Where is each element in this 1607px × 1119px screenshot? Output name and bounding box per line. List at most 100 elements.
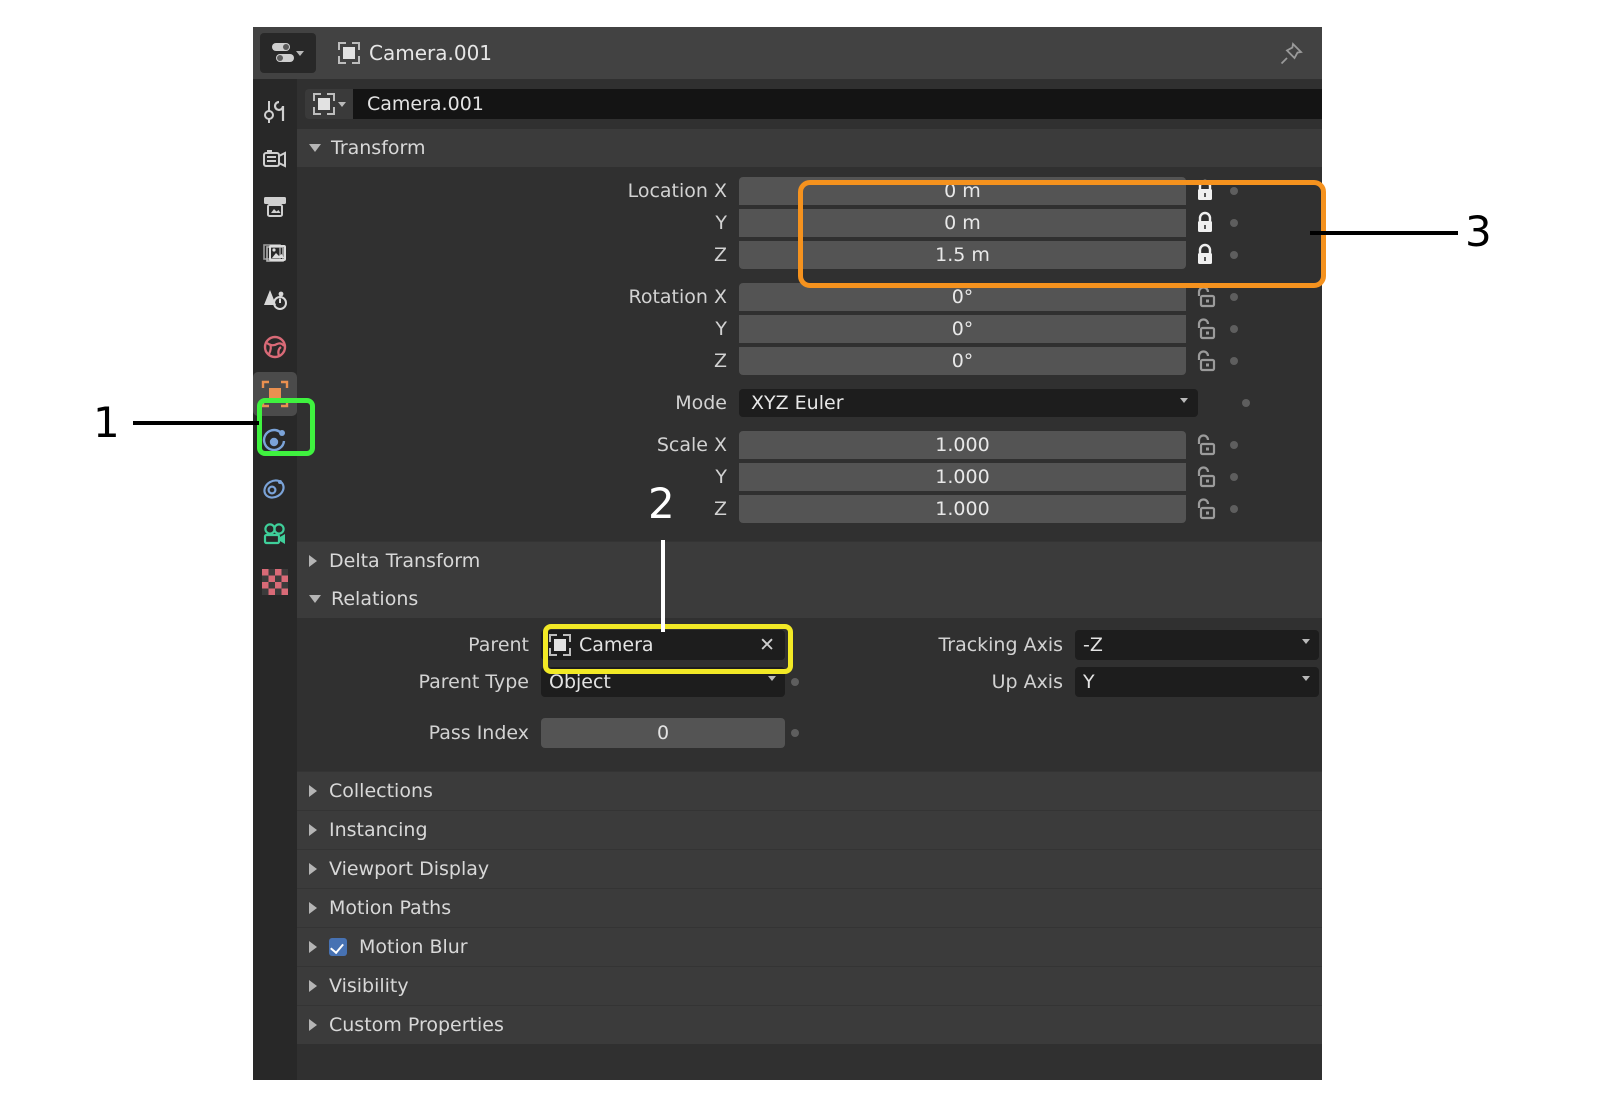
motion-blur-checkbox[interactable] bbox=[329, 938, 347, 956]
lock-closed-icon[interactable] bbox=[1186, 243, 1224, 267]
field-row-rotation-y: Y 0° bbox=[297, 313, 1322, 344]
panel-header-motion-blur[interactable]: Motion Blur bbox=[297, 927, 1322, 966]
decorator-dot[interactable] bbox=[1230, 218, 1238, 227]
rotation-mode-value: XYZ Euler bbox=[751, 391, 844, 414]
scale-z-input[interactable]: 1.000 bbox=[739, 494, 1186, 523]
location-x-input[interactable]: 0 m bbox=[739, 176, 1186, 205]
parent-field[interactable]: Camera ✕ bbox=[541, 630, 785, 660]
panel-title-delta-transform: Delta Transform bbox=[329, 550, 481, 572]
panel-header-delta-transform[interactable]: Delta Transform bbox=[297, 541, 1322, 580]
field-row-scale-x: Scale X 1.000 bbox=[297, 429, 1322, 460]
chevron-down-icon bbox=[296, 50, 304, 56]
rotation-y-input[interactable]: 0° bbox=[739, 314, 1186, 343]
rotation-x-input[interactable]: 0° bbox=[739, 282, 1186, 311]
decorator-dot[interactable] bbox=[1230, 324, 1238, 333]
panel-header-collections[interactable]: Collections bbox=[297, 771, 1322, 810]
chevron-down-icon bbox=[1180, 397, 1188, 403]
chevron-right-icon bbox=[309, 555, 317, 567]
sidebar-item-view-layer[interactable] bbox=[253, 231, 297, 275]
pin-icon[interactable] bbox=[1278, 41, 1304, 67]
parent-type-dropdown[interactable]: Object bbox=[541, 667, 785, 697]
field-row-scale-y: Y 1.000 bbox=[297, 461, 1322, 492]
rotation-z-input[interactable]: 0° bbox=[739, 346, 1186, 375]
location-y-input[interactable]: 0 m bbox=[739, 208, 1186, 237]
sidebar-item-scene[interactable] bbox=[253, 278, 297, 322]
sidebar-item-world[interactable] bbox=[253, 325, 297, 369]
panel-header-custom-properties[interactable]: Custom Properties bbox=[297, 1005, 1322, 1044]
decorator-dot[interactable] bbox=[1242, 398, 1250, 407]
transform-body: Location X 0 m Y 0 m Z 1.5 m Rotation X … bbox=[297, 167, 1322, 535]
relations-body: Parent Camera ✕ Parent Type Object Pass … bbox=[297, 618, 1322, 753]
decorator-dot[interactable] bbox=[791, 678, 799, 686]
object-icon bbox=[312, 93, 335, 115]
sidebar-item-object[interactable] bbox=[253, 372, 297, 416]
up-axis-dropdown[interactable]: Y bbox=[1075, 667, 1319, 697]
object-datablock-selector[interactable] bbox=[305, 89, 353, 119]
chevron-down-icon bbox=[1302, 676, 1310, 681]
sidebar-item-physics[interactable] bbox=[253, 419, 297, 463]
x-icon[interactable]: ✕ bbox=[759, 634, 775, 656]
lock-closed-icon[interactable] bbox=[1186, 211, 1224, 235]
editor-type-dropdown[interactable] bbox=[260, 33, 316, 73]
lock-open-icon[interactable] bbox=[1186, 465, 1224, 489]
lock-open-icon[interactable] bbox=[1186, 349, 1224, 373]
field-row-rotation-mode: Mode XYZ Euler bbox=[297, 387, 1322, 418]
sidebar-item-object-constraints[interactable] bbox=[253, 466, 297, 510]
field-label: Y bbox=[715, 317, 727, 340]
chevron-down-icon bbox=[1302, 639, 1310, 644]
object-name-input[interactable]: Camera.001 bbox=[353, 89, 1322, 119]
decorator-dot[interactable] bbox=[1230, 250, 1238, 259]
sidebar-item-output[interactable] bbox=[253, 184, 297, 228]
decorator-dot[interactable] bbox=[1230, 472, 1238, 481]
decorator-dot[interactable] bbox=[1230, 440, 1238, 449]
decorator-dot[interactable] bbox=[1230, 292, 1238, 301]
printer-output-icon bbox=[264, 197, 286, 217]
scale-x-input[interactable]: 1.000 bbox=[739, 430, 1186, 459]
tracking-axis-dropdown[interactable]: -Z bbox=[1075, 630, 1319, 660]
up-axis-value: Y bbox=[1083, 671, 1095, 693]
tool-icon bbox=[264, 100, 285, 123]
field-label: Pass Index bbox=[428, 722, 529, 744]
parent-type-value: Object bbox=[549, 671, 611, 693]
pass-index-input[interactable]: 0 bbox=[541, 718, 785, 748]
lock-open-icon[interactable] bbox=[1186, 433, 1224, 457]
panel-header-viewport-display[interactable]: Viewport Display bbox=[297, 849, 1322, 888]
images-stack-icon bbox=[263, 244, 286, 262]
annotation-number-3: 3 bbox=[1465, 207, 1492, 256]
decorator-dot[interactable] bbox=[791, 729, 799, 737]
field-label: Location X bbox=[627, 179, 727, 202]
panel-title-motion-paths: Motion Paths bbox=[329, 897, 452, 919]
location-z-input[interactable]: 1.5 m bbox=[739, 240, 1186, 269]
annotation-number-1: 1 bbox=[93, 398, 120, 447]
sidebar-item-object-data[interactable] bbox=[253, 513, 297, 557]
chevron-down-icon bbox=[337, 101, 346, 107]
field-row-location-z: Z 1.5 m bbox=[297, 239, 1322, 270]
decorator-dot[interactable] bbox=[1230, 504, 1238, 513]
parent-value: Camera bbox=[579, 634, 654, 656]
chevron-right-icon bbox=[309, 785, 317, 797]
lock-open-icon[interactable] bbox=[1186, 317, 1224, 341]
sidebar-item-render[interactable] bbox=[253, 137, 297, 181]
field-label: Mode bbox=[675, 391, 727, 414]
field-label: Parent Type bbox=[418, 671, 529, 693]
panel-header-visibility[interactable]: Visibility bbox=[297, 966, 1322, 1005]
scale-y-input[interactable]: 1.000 bbox=[739, 462, 1186, 491]
lock-open-icon[interactable] bbox=[1186, 497, 1224, 521]
sidebar-item-texture[interactable] bbox=[253, 560, 297, 604]
panel-header-transform[interactable]: Transform bbox=[297, 129, 1322, 167]
object-square-icon bbox=[261, 380, 289, 408]
decorator-dot[interactable] bbox=[1230, 186, 1238, 195]
decorator-dot[interactable] bbox=[1230, 356, 1238, 365]
breadcrumb: Camera.001 bbox=[338, 41, 492, 65]
properties-tab-column bbox=[253, 79, 297, 1080]
sidebar-item-tool[interactable] bbox=[253, 90, 297, 134]
lock-closed-icon[interactable] bbox=[1186, 179, 1224, 203]
scene-cone-icon bbox=[264, 290, 287, 310]
lock-open-icon[interactable] bbox=[1186, 285, 1224, 309]
panel-header-instancing[interactable]: Instancing bbox=[297, 810, 1322, 849]
panel-header-relations[interactable]: Relations bbox=[297, 580, 1322, 618]
panel-title-visibility: Visibility bbox=[329, 975, 409, 997]
rotation-mode-dropdown[interactable]: XYZ Euler bbox=[739, 388, 1198, 417]
panel-header-motion-paths[interactable]: Motion Paths bbox=[297, 888, 1322, 927]
properties-content: Camera.001 Transform Location X 0 m Y 0 … bbox=[297, 79, 1322, 1080]
